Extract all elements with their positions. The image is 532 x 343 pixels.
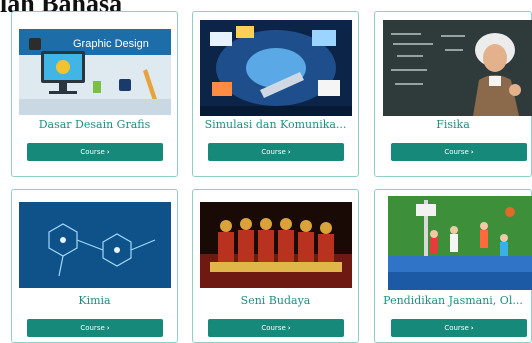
course-button-label: Course [80, 324, 105, 332]
svg-text:Graphic Design: Graphic Design [73, 38, 149, 50]
course-button-label: Course [261, 324, 286, 332]
chevron-right-icon: › [106, 324, 110, 332]
digital-media-image [200, 20, 352, 116]
course-button[interactable]: Course › [391, 143, 527, 161]
chevron-right-icon: › [287, 324, 291, 332]
molecule-structure-image [19, 202, 171, 288]
course-button-label: Course [444, 148, 469, 156]
course-button[interactable]: Course › [27, 319, 163, 337]
course-thumbnail[interactable] [200, 202, 352, 288]
course-title: Dasar Desain Grafis [38, 118, 151, 131]
course-button-label: Course [444, 324, 469, 332]
course-title: Kimia [78, 294, 111, 307]
kids-basketball-image [388, 196, 532, 290]
course-thumbnail[interactable] [388, 196, 532, 290]
graphic-design-image: Graphic Design [19, 29, 171, 115]
course-card[interactable]: Graphic Design Dasar Desain Grafis Cours… [11, 11, 178, 177]
course-button-label: Course [261, 148, 286, 156]
course-card[interactable]: Kimia Course › [11, 189, 178, 343]
course-card[interactable]: Pendidikan Jasmani, Ol... Course › [374, 189, 532, 343]
einstein-chalkboard-image [383, 20, 532, 116]
chevron-right-icon: › [470, 324, 474, 332]
course-button[interactable]: Course › [27, 143, 163, 161]
course-card[interactable]: Fisika Course › [374, 11, 532, 177]
course-title: Pendidikan Jasmani, Ol... [383, 294, 523, 307]
chevron-right-icon: › [106, 148, 110, 156]
course-title: Simulasi dan Komunika... [204, 118, 347, 131]
course-card[interactable]: Seni Budaya Course › [192, 189, 359, 343]
course-title: Seni Budaya [240, 294, 311, 307]
course-thumbnail[interactable] [383, 20, 532, 116]
course-thumbnail[interactable] [19, 202, 171, 288]
course-card[interactable]: Simulasi dan Komunika... Course › [192, 11, 359, 177]
course-button-label: Course [80, 148, 105, 156]
chevron-right-icon: › [470, 148, 474, 156]
chevron-right-icon: › [287, 148, 291, 156]
course-thumbnail[interactable]: Graphic Design [19, 29, 171, 115]
course-grid: Graphic Design Dasar Desain Grafis Cours… [0, 0, 532, 343]
course-thumbnail[interactable] [200, 20, 352, 116]
course-title: Fisika [436, 118, 470, 131]
course-button[interactable]: Course › [208, 319, 344, 337]
course-button[interactable]: Course › [208, 143, 344, 161]
course-button[interactable]: Course › [391, 319, 527, 337]
traditional-dance-image [200, 202, 352, 288]
